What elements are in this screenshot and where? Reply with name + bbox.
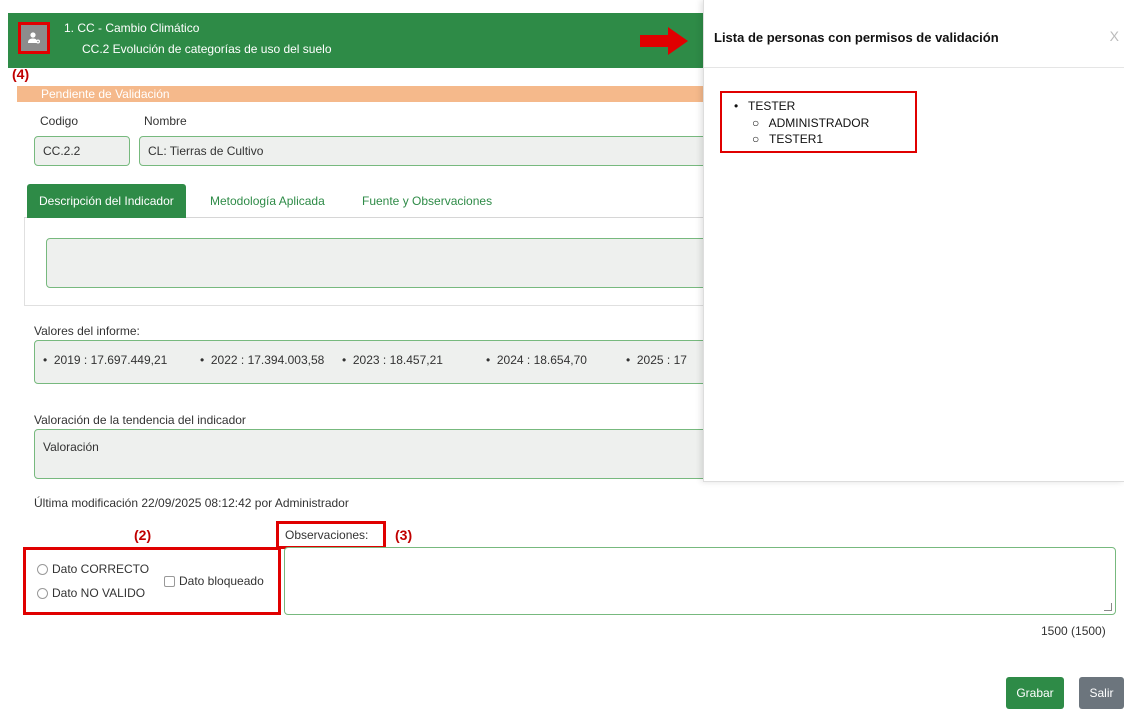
nombre-field[interactable]: CL: Tierras de Cultivo	[139, 136, 714, 166]
tab-panel	[24, 218, 726, 306]
radio-dato-no-valido[interactable]: Dato NO VALIDO	[37, 586, 145, 600]
checkbox-label: Dato bloqueado	[179, 574, 264, 588]
red-arrow-icon	[640, 27, 688, 55]
checkbox-square[interactable]	[164, 575, 175, 587]
status-badge: Pendiente de Validación	[17, 86, 707, 102]
observaciones-label: Observaciones:	[285, 528, 369, 542]
checkbox-dato-bloqueado[interactable]: Dato bloqueado	[164, 574, 264, 588]
codigo-label: Codigo	[40, 114, 79, 128]
valoracion-field[interactable]: Valoración	[34, 429, 714, 479]
indicator-subtitle: CC.2 Evolución de categorías de uso del …	[82, 42, 332, 56]
tab-descripcion[interactable]: Descripción del Indicador	[27, 184, 186, 218]
tab-metodologia[interactable]: Metodología Aplicada	[210, 184, 325, 218]
radio-dato-correcto[interactable]: Dato CORRECTO	[37, 562, 149, 576]
nombre-label: Nombre	[144, 114, 187, 128]
char-counter: 1500 (1500)	[1041, 624, 1106, 638]
indicator-group-title: 1. CC - Cambio Climático	[64, 21, 200, 35]
observaciones-textarea[interactable]	[284, 547, 1116, 615]
valores-field: • 2019 : 17.697.449,21 • 2022 : 17.394.0…	[34, 340, 714, 384]
indicator-header: 1. CC - Cambio Climático CC.2 Evolución …	[8, 13, 708, 68]
user-gear-icon	[28, 32, 40, 44]
list-item: ○ TESTER1	[752, 132, 824, 146]
validators-list: • TESTER ○ ADMINISTRADOR ○ TESTER1	[720, 91, 917, 153]
radio-circle[interactable]	[37, 587, 48, 599]
annotation-3: (3)	[395, 527, 413, 543]
exit-button[interactable]: Salir	[1079, 677, 1124, 709]
valoracion-label: Valoración de la tendencia del indicador	[34, 413, 246, 427]
validators-side-panel: Lista de personas con permisos de valida…	[703, 0, 1124, 482]
last-modified-text: Última modificación 22/09/2025 08:12:42 …	[34, 496, 349, 510]
tab-bar: Descripción del Indicador Metodología Ap…	[24, 184, 714, 218]
resize-handle-icon[interactable]	[1104, 603, 1112, 611]
side-panel-title: Lista de personas con permisos de valida…	[714, 30, 999, 45]
save-button[interactable]: Grabar	[1006, 677, 1064, 709]
codigo-field[interactable]: CC.2.2	[34, 136, 130, 166]
close-icon[interactable]: X	[1110, 28, 1119, 44]
tab-fuente[interactable]: Fuente y Observaciones	[362, 184, 492, 218]
annotation-2: (2)	[134, 527, 152, 543]
valor-item: • 2022 : 17.394.003,58	[200, 353, 325, 367]
list-item: ○ ADMINISTRADOR	[752, 116, 870, 130]
list-item: • TESTER	[734, 99, 796, 113]
descripcion-textarea[interactable]	[46, 238, 726, 288]
side-panel-header: Lista de personas con permisos de valida…	[704, 0, 1124, 68]
radio-circle[interactable]	[37, 563, 48, 575]
validators-list-button[interactable]	[18, 22, 50, 54]
valores-label: Valores del informe:	[34, 324, 140, 338]
annotation-4: (4)	[12, 66, 30, 82]
valor-item: • 2024 : 18.654,70	[486, 353, 587, 367]
valor-item: • 2023 : 18.457,21	[342, 353, 443, 367]
valor-item: • 2025 : 17	[626, 353, 687, 367]
radio-label: Dato NO VALIDO	[52, 586, 146, 600]
valor-item: • 2019 : 17.697.449,21	[43, 353, 168, 367]
radio-label: Dato CORRECTO	[52, 562, 150, 576]
